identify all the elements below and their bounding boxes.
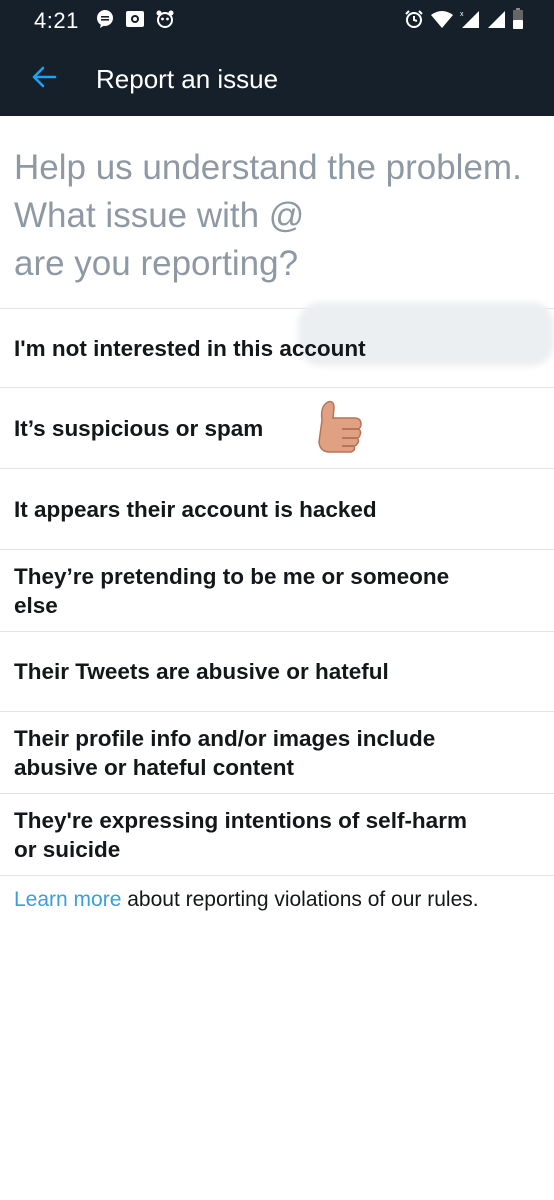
option-self-harm[interactable]: They're expressing intentions of self-ha… — [0, 794, 554, 876]
battery-icon — [512, 7, 524, 35]
learn-more-link[interactable]: Learn more — [14, 888, 121, 911]
page-title: Report an issue — [96, 63, 279, 94]
footer-text: about reporting violations of our rules. — [121, 888, 479, 911]
thumbs-up-icon — [314, 398, 366, 461]
option-abusive-tweets[interactable]: Their Tweets are abusive or hateful — [0, 632, 554, 712]
option-abusive-profile[interactable]: Their profile info and/or images include… — [0, 712, 554, 794]
footer-note: Learn more about reporting violations of… — [0, 876, 554, 924]
option-label: Their profile info and/or images include… — [14, 725, 436, 780]
signal-icon: x — [460, 9, 480, 34]
option-hacked[interactable]: It appears their account is hacked — [0, 469, 554, 550]
status-right-icons: x — [404, 0, 524, 42]
back-button[interactable] — [14, 49, 74, 109]
option-label: They’re pretending to be me or someone e… — [14, 563, 450, 618]
option-label: I'm not interested in this account — [14, 335, 366, 361]
arrow-left-icon — [31, 65, 57, 94]
option-label: It appears their account is hacked — [14, 496, 377, 522]
signal-icon — [486, 9, 506, 34]
report-prompt: Help us understand the problem. What iss… — [0, 116, 554, 366]
option-label: It’s suspicious or spam — [14, 415, 264, 441]
prompt-line-2: What issue with @ — [14, 196, 305, 235]
chat-bubble-icon — [95, 9, 115, 34]
prompt-line-3: are you reporting? — [14, 244, 299, 283]
option-not-interested[interactable]: I'm not interested in this account — [0, 309, 554, 388]
app-bar: Report an issue — [0, 42, 554, 116]
option-impersonation[interactable]: They’re pretending to be me or someone e… — [0, 550, 554, 632]
panda-icon — [155, 9, 175, 34]
wifi-icon — [430, 9, 454, 34]
option-suspicious-spam[interactable]: It’s suspicious or spam — [0, 388, 554, 469]
alarm-icon — [404, 9, 424, 34]
option-label: Their Tweets are abusive or hateful — [14, 659, 389, 684]
status-left-icons — [95, 9, 175, 34]
status-time: 4:21 — [34, 8, 79, 33]
prompt-line-1: Help us understand the problem. — [14, 148, 522, 187]
svg-text:x: x — [460, 11, 464, 18]
option-label: They're expressing intentions of self-ha… — [14, 807, 467, 862]
photo-icon — [125, 9, 145, 34]
status-bar: 4:21 x — [0, 0, 554, 42]
